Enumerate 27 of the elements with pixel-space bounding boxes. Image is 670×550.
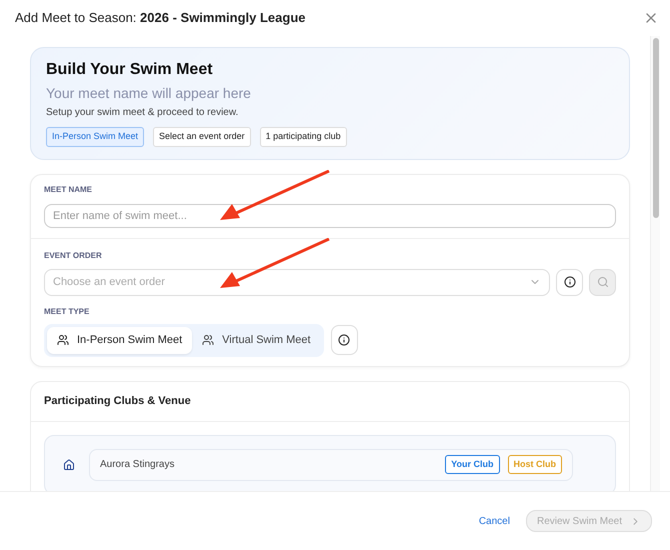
dialog-title: Add Meet to Season: 2026 - Swimmingly League [15, 9, 306, 28]
summary-badge: 1 participating club [260, 127, 347, 146]
club-name: Aurora Stingrays [100, 458, 174, 472]
cancel-button[interactable]: Cancel [478, 514, 510, 528]
summary-badge: In-Person Swim Meet [46, 127, 144, 146]
people-icon [202, 334, 214, 346]
home-icon [63, 458, 75, 470]
club-tag: Your Club [445, 454, 500, 474]
field-label: MEET TYPE [44, 306, 90, 318]
meet-name-preview: Your meet name will appear here [46, 84, 251, 102]
club-row[interactable]: Aurora Stingrays Your Club Host Club [89, 448, 573, 480]
summary-badge: Select an event order [153, 127, 251, 146]
summary-subtitle: Setup your swim meet & proceed to review. [46, 106, 238, 119]
info-icon [564, 276, 576, 288]
meet-type-option[interactable]: Virtual Swim Meet [192, 326, 321, 354]
people-icon [57, 334, 69, 346]
search-icon [596, 276, 608, 288]
field-label: MEET NAME [44, 184, 93, 196]
meet-name-field[interactable]: Enter name of swim meet... [44, 204, 616, 228]
club-tag: Host Club [508, 454, 562, 474]
info-button[interactable] [330, 325, 358, 355]
info-icon [338, 334, 350, 346]
meet-type-option[interactable]: In-Person Swim Meet [47, 326, 192, 354]
section-heading: Participating Clubs & Venue [44, 394, 191, 409]
info-button[interactable] [556, 268, 583, 296]
field-label: EVENT ORDER [44, 250, 103, 262]
summary-heading: Build Your Swim Meet [46, 60, 213, 80]
